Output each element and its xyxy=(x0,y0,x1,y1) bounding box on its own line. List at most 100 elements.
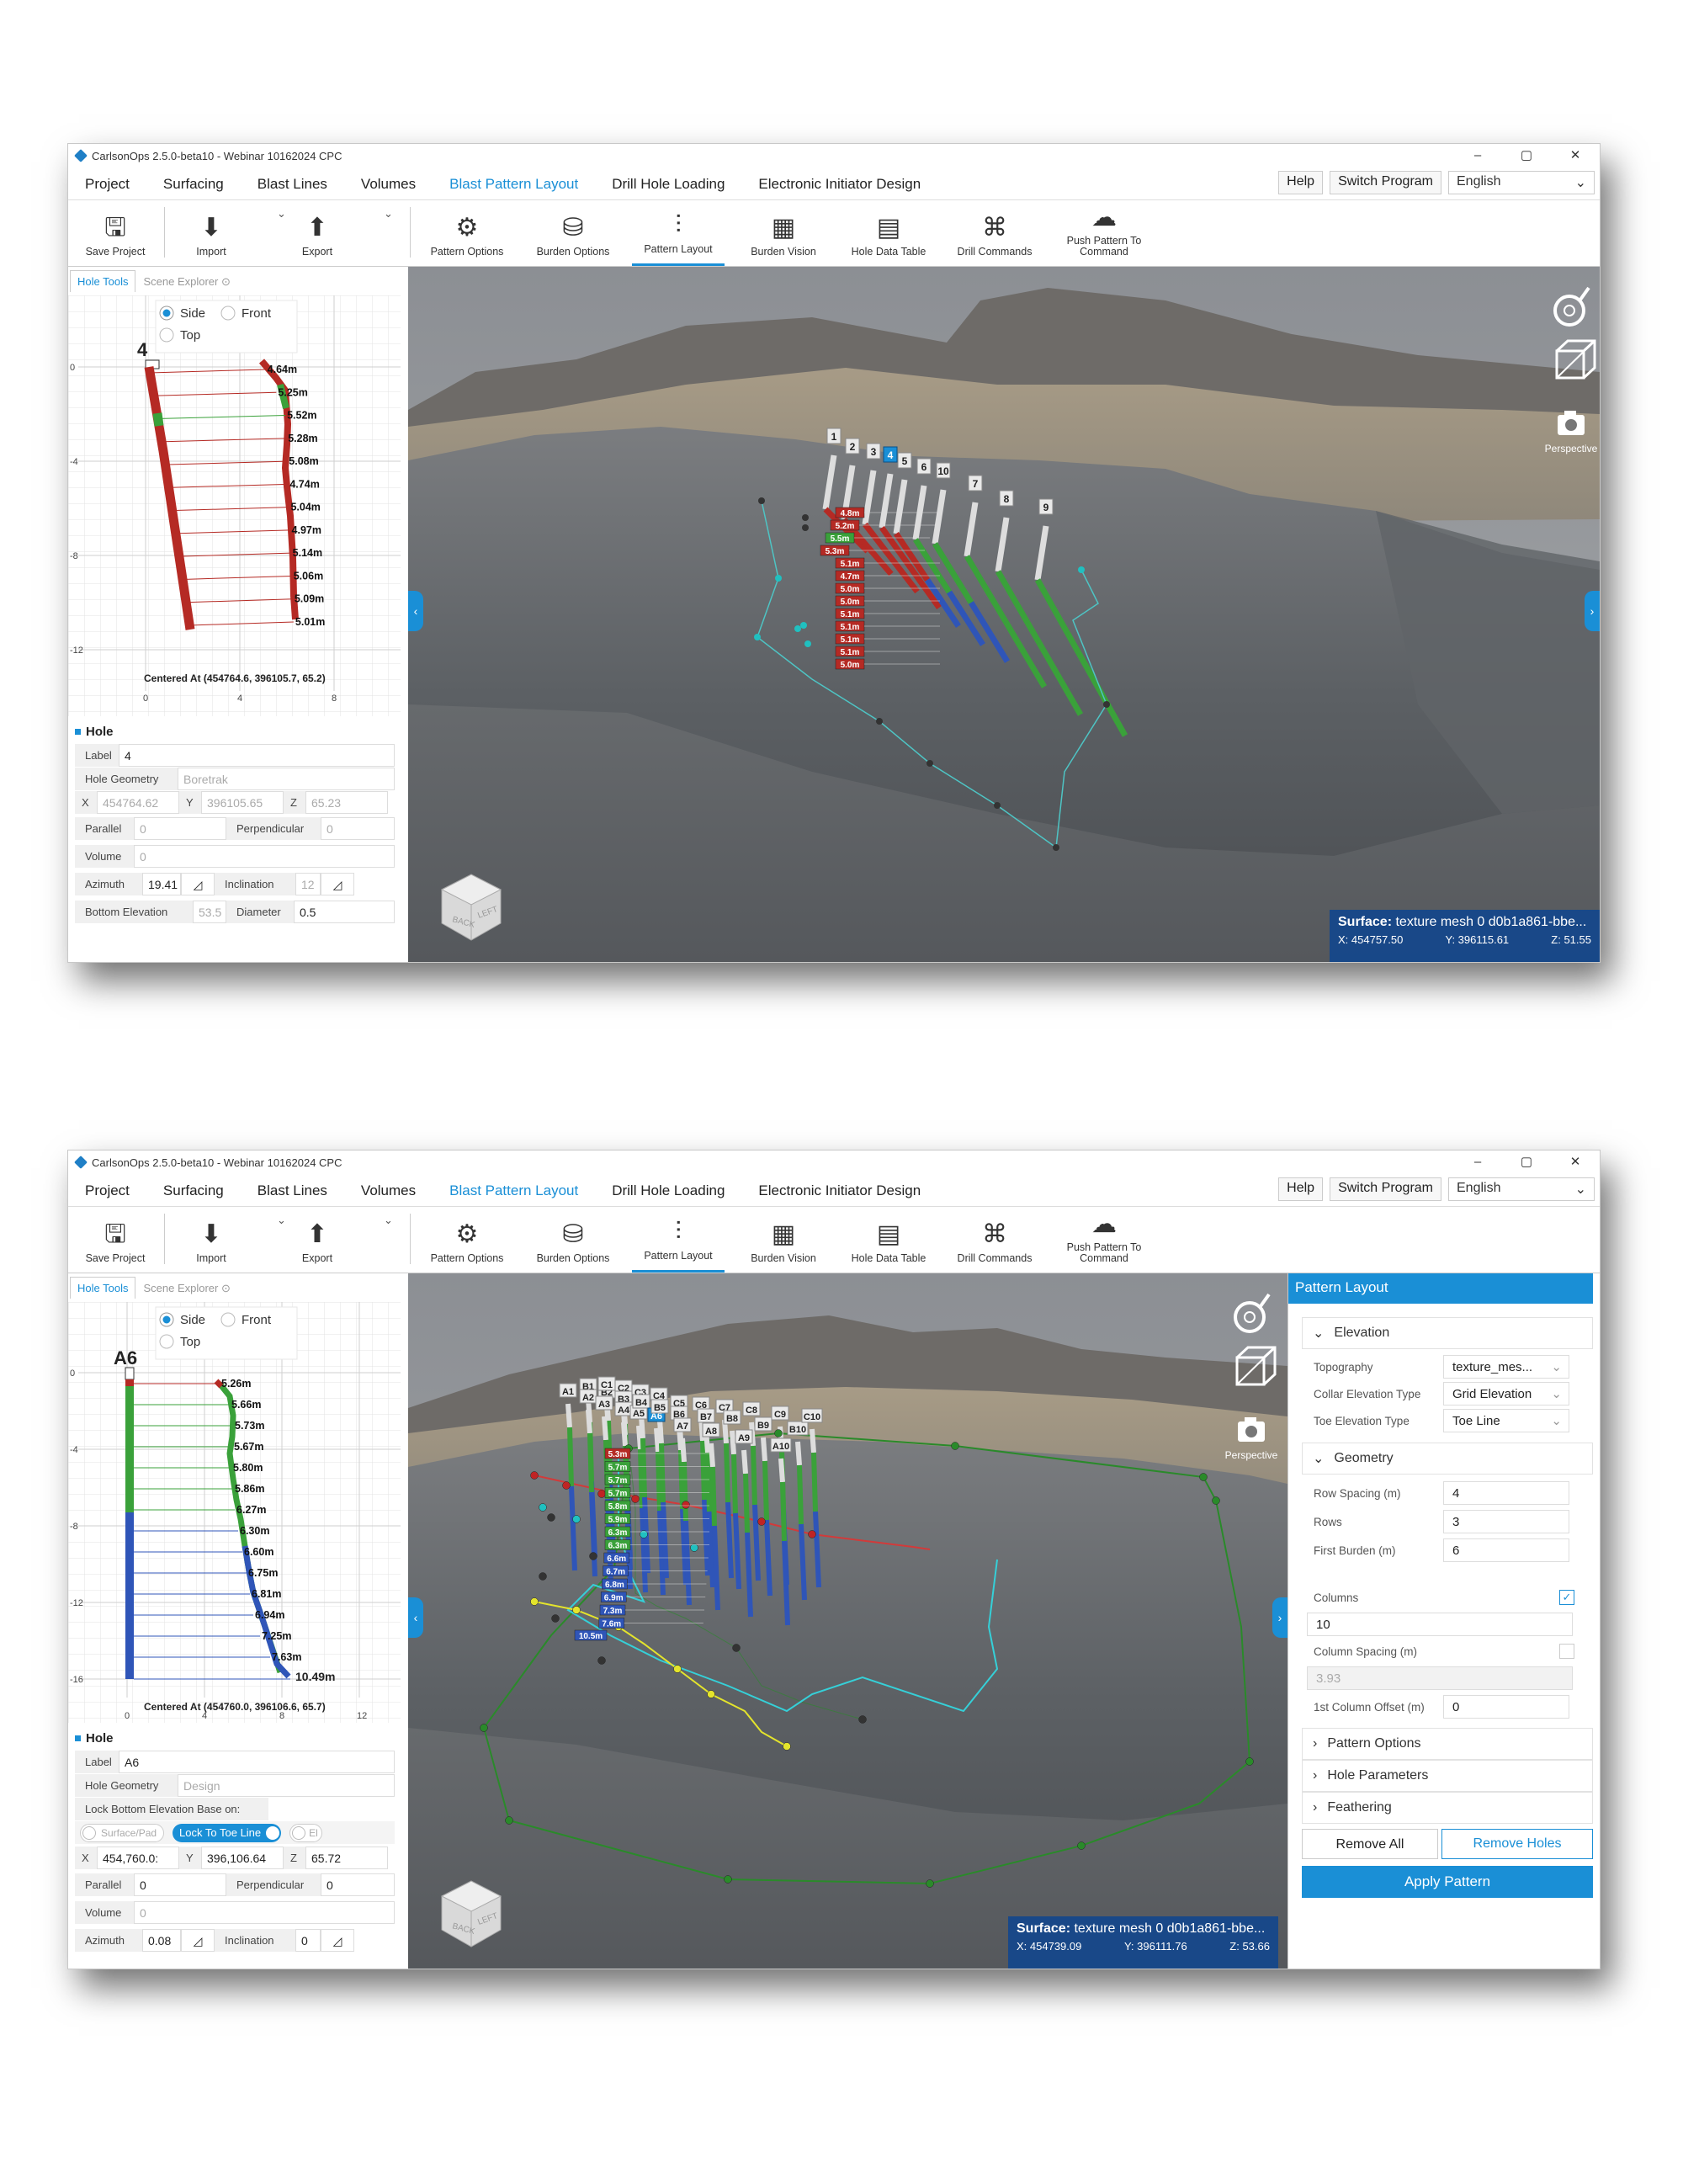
burden-vision-button[interactable]: ▦ Burden Vision xyxy=(741,1207,826,1273)
tab-hole-tools[interactable]: Hole Tools xyxy=(70,1277,136,1299)
hole-data-table-button[interactable]: ▤ Hole Data Table xyxy=(842,1207,935,1273)
inclination-angle-icon[interactable]: ◿ xyxy=(321,873,354,895)
save-project-button[interactable]: 🖫 Save Project xyxy=(80,200,151,266)
remove-all-button[interactable]: Remove All xyxy=(1302,1829,1438,1859)
hole-label[interactable]: A3 xyxy=(598,1400,610,1410)
hole-label[interactable]: C8 xyxy=(746,1406,757,1416)
lock-to-toe-line-toggle[interactable]: Lock To Toe Line xyxy=(173,1823,282,1842)
topography-select[interactable]: texture_mes... ⌄ xyxy=(1443,1355,1569,1379)
side-view-graph[interactable]: Side Front Top 4 0 -4 -8 -12 0 4 8 4.64m 5.25m 5… xyxy=(68,295,401,716)
pattern-options-button[interactable]: ⚙ Pattern Options xyxy=(425,200,509,266)
hole-label[interactable]: A5 xyxy=(633,1409,645,1419)
pattern-options-button[interactable]: ⚙ Pattern Options xyxy=(425,1207,509,1273)
hole-geometry-field[interactable]: Boretrak xyxy=(178,768,395,790)
drill-commands-button[interactable]: ⌘ Drill Commands xyxy=(948,200,1041,266)
hole-label[interactable]: 1 xyxy=(831,431,837,443)
hole-label[interactable]: A4 xyxy=(618,1406,630,1416)
3d-viewport[interactable]: A1 B1 A2 B2 C1 C2 A3 B3 A4 C3 C4 A5 B4 A6 B5 C5 B6 C6 A7 B7… xyxy=(408,1273,1287,1969)
hole-label[interactable]: 4 xyxy=(888,449,894,461)
language-select[interactable]: English ⌄ xyxy=(1448,171,1595,194)
hole-data-table-button[interactable]: ▤ Hole Data Table xyxy=(842,200,935,266)
hole-label[interactable]: 6 xyxy=(921,461,927,473)
menu-electronic-initiator-design[interactable]: Electronic Initiator Design xyxy=(741,174,937,199)
pattern-layout-button[interactable]: ⫶ Pattern Layout xyxy=(632,1207,725,1273)
surface-pad-toggle[interactable]: Surface/Pad xyxy=(80,1823,165,1842)
inclination-angle-icon[interactable]: ◿ xyxy=(321,1929,354,1952)
toe-elevation-select[interactable]: Toe Line ⌄ xyxy=(1443,1409,1569,1432)
help-button[interactable]: Help xyxy=(1278,171,1324,194)
import-button[interactable]: ⬇ Import xyxy=(176,200,247,266)
pattern-layout-button[interactable]: ⫶ Pattern Layout xyxy=(632,200,725,266)
hole-label[interactable]: B4 xyxy=(635,1398,648,1408)
close-button[interactable]: ✕ xyxy=(1551,144,1600,167)
maximize-button[interactable]: ▢ xyxy=(1502,144,1551,167)
close-button[interactable]: ✕ xyxy=(1551,1150,1600,1174)
perpendicular-field[interactable]: 0 xyxy=(321,1873,395,1896)
hole-label[interactable]: 5 xyxy=(902,455,908,467)
hole-label[interactable]: 7 xyxy=(973,478,979,490)
save-project-button[interactable]: 🖫 Save Project xyxy=(80,1207,151,1273)
azimuth-angle-icon[interactable]: ◿ xyxy=(181,1929,215,1952)
collapse-left-panel-button[interactable]: ‹ xyxy=(408,591,423,631)
menu-blast-pattern-layout[interactable]: Blast Pattern Layout xyxy=(433,174,595,199)
push-pattern-button[interactable]: ☁ Push Pattern To Command xyxy=(1058,1207,1150,1273)
x-field[interactable]: 454764.62 xyxy=(97,791,179,814)
remove-holes-button[interactable]: Remove Holes xyxy=(1441,1829,1593,1859)
minimize-button[interactable]: – xyxy=(1453,1150,1502,1174)
menu-project[interactable]: Project xyxy=(68,1181,146,1206)
scene-canvas[interactable]: A1 B1A2 B2C1 C2A3 B3A4C3 C4A5B4A6B5 C5B6C6A7B7… xyxy=(408,1273,1287,1969)
hole-label[interactable]: B9 xyxy=(757,1421,769,1431)
help-button[interactable]: Help xyxy=(1278,1177,1324,1201)
collapse-left-panel-button[interactable]: ‹ xyxy=(408,1597,423,1638)
first-burden-input[interactable]: 6 xyxy=(1443,1538,1569,1562)
switch-program-button[interactable]: Switch Program xyxy=(1330,1177,1441,1201)
expand-right-panel-button[interactable]: › xyxy=(1585,591,1600,631)
push-pattern-button[interactable]: ☁ Push Pattern To Command xyxy=(1058,200,1150,266)
expand-right-panel-button[interactable]: › xyxy=(1272,1597,1287,1638)
columns-input[interactable]: 10 xyxy=(1307,1613,1573,1636)
switch-program-button[interactable]: Switch Program xyxy=(1330,171,1441,194)
hole-label[interactable]: B8 xyxy=(726,1414,738,1424)
tab-scene-explorer[interactable]: Scene Explorer ⊙ xyxy=(135,270,237,292)
3d-viewport[interactable]: 1 2 3 4 5 6 10 7 8 9 4.8m 5.2m 5.5m 5.3m 5.1m 4.7m 5.0m… xyxy=(408,267,1600,962)
inclination-field[interactable]: 0 xyxy=(295,1929,321,1952)
front-radio[interactable] xyxy=(220,306,236,321)
hole-label[interactable]: B7 xyxy=(700,1412,712,1422)
menu-drill-hole-loading[interactable]: Drill Hole Loading xyxy=(595,174,741,199)
side-view-graph[interactable]: Side Front Top A6 0-4-8-12-160 4 8 12 5.26m… xyxy=(68,1302,401,1723)
top-radio[interactable] xyxy=(159,1334,174,1349)
volume-field[interactable]: 0 xyxy=(134,1901,395,1924)
parallel-field[interactable]: 0 xyxy=(134,1873,226,1896)
rows-input[interactable]: 3 xyxy=(1443,1510,1569,1533)
top-radio[interactable] xyxy=(159,327,174,343)
menu-drill-hole-loading[interactable]: Drill Hole Loading xyxy=(595,1181,741,1206)
menu-surfacing[interactable]: Surfacing xyxy=(146,1181,241,1206)
menu-blast-lines[interactable]: Blast Lines xyxy=(241,174,344,199)
hole-label[interactable]: 8 xyxy=(1004,493,1010,505)
hole-label[interactable]: A9 xyxy=(738,1433,750,1443)
first-column-offset-input[interactable]: 0 xyxy=(1443,1695,1569,1719)
tab-scene-explorer[interactable]: Scene Explorer ⊙ xyxy=(135,1277,237,1299)
hole-label[interactable]: C10 xyxy=(804,1412,820,1422)
azimuth-field[interactable]: 19.41 xyxy=(142,873,181,895)
z-field[interactable]: 65.23 xyxy=(305,791,388,814)
hole-label[interactable]: 9 xyxy=(1043,502,1049,513)
y-field[interactable]: 396,106.64 xyxy=(201,1847,284,1869)
hole-label[interactable]: A7 xyxy=(677,1421,688,1432)
hole-label[interactable]: A8 xyxy=(705,1427,717,1437)
menu-blast-lines[interactable]: Blast Lines xyxy=(241,1181,344,1206)
azimuth-angle-icon[interactable]: ◿ xyxy=(181,873,215,895)
hole-label[interactable]: C1 xyxy=(601,1380,613,1390)
menu-project[interactable]: Project xyxy=(68,174,146,199)
menu-surfacing[interactable]: Surfacing xyxy=(146,174,241,199)
menu-electronic-initiator-design[interactable]: Electronic Initiator Design xyxy=(741,1181,937,1206)
elevation-toggle[interactable]: El xyxy=(289,1823,322,1842)
diameter-field[interactable]: 0.5 xyxy=(294,901,395,923)
hole-label[interactable]: 3 xyxy=(871,446,877,458)
scene-canvas[interactable]: 1 2 3 4 5 6 10 7 8 9 4.8m 5.2m 5.5m 5.3m 5.1m 4.7m 5.0m… xyxy=(408,267,1600,962)
label-field[interactable]: A6 xyxy=(119,1751,395,1773)
front-radio[interactable] xyxy=(220,1312,236,1327)
menu-volumes[interactable]: Volumes xyxy=(344,1181,433,1206)
column-spacing-input[interactable]: 3.93 xyxy=(1307,1666,1573,1690)
feathering-section-header[interactable]: › Feathering xyxy=(1302,1792,1593,1824)
